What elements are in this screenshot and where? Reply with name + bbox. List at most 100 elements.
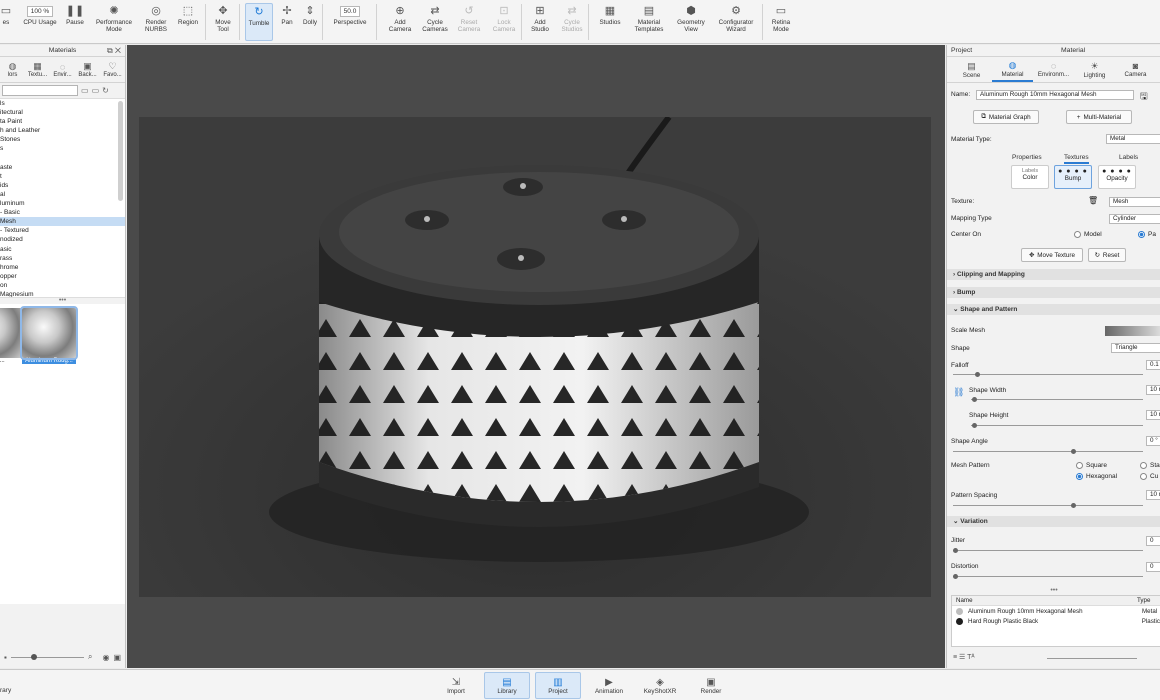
toolbar-nurbs-button[interactable]: ◎ Render NURBS [142,3,170,41]
tree-item[interactable]: luminum [0,199,125,208]
shape-angle-slider[interactable] [953,451,1143,452]
toolbar-move-tool-button[interactable]: ✥ Move Tool [209,3,237,41]
material-thumbnail[interactable]: Roug... [0,308,22,368]
library-tab[interactable]: ◌ Envir... [50,57,75,82]
view-icon[interactable]: ◉ [102,653,109,662]
project-tab[interactable]: ◌ Environm... [1033,57,1074,82]
material-type-select[interactable]: Metal [1106,134,1160,144]
pattern-sta-radio[interactable] [1140,462,1147,469]
tree-scrollbar[interactable] [118,101,123,201]
jitter-slider[interactable] [953,550,1143,551]
section-variation[interactable]: ⌄ Variation [947,516,1160,527]
cpu-dropdown-field[interactable]: 100 % [26,6,54,17]
tab-textures[interactable]: Textures [1064,154,1089,164]
save-icon[interactable]: 🖫 [1140,89,1148,105]
splitter-handle[interactable]: ••• [947,587,1160,594]
toolbar-pan-button[interactable]: ✢ Pan [278,3,296,41]
tree-item[interactable]: ls [0,99,125,108]
library-tab[interactable]: ▦ Textu... [25,57,50,82]
reset-button[interactable]: ↻ Reset [1088,248,1126,262]
toolbar-dolly-button[interactable]: ⇕ Dolly [298,3,322,41]
tree-item[interactable]: - Textured [0,226,125,235]
tab-properties[interactable]: Properties [1012,154,1042,161]
jitter-field[interactable]: 0 [1146,536,1160,546]
tree-item[interactable]: aste [0,163,125,172]
material-list-row[interactable]: Aluminum Rough 10mm Hexagonal Mesh Metal [952,606,1160,616]
trash-icon[interactable]: 🗑 [1088,196,1098,205]
tree-item[interactable]: opper [0,272,125,281]
toolbar-material-templates-button[interactable]: ▤ Material Templates [630,3,668,41]
section-clipping-mapping[interactable]: › Clipping and Mapping [947,269,1160,280]
distortion-knob[interactable] [953,574,958,579]
multi-material-button[interactable]: + Multi-Material [1066,110,1132,124]
material-thumbnail[interactable]: Aluminum Roug... [20,306,78,368]
render-viewport[interactable] [127,45,945,668]
tree-item[interactable]: nodized [0,235,125,244]
move-texture-button[interactable]: ✥ Move Texture [1021,248,1083,262]
tree-item[interactable]: itectural [0,108,125,117]
bottom-keyshotxr-button[interactable]: ◈ KeyShotXR [637,672,683,699]
shape-angle-field[interactable]: 0 ° [1146,436,1160,446]
toolbar-pause-button[interactable]: ❚❚ Pause [64,3,86,41]
tree-item[interactable]: on [0,281,125,290]
shape-width-field[interactable]: 10 r [1146,385,1160,395]
bottom-library-button[interactable]: ▤ Library [484,672,530,699]
toolbar-performance-button[interactable]: ✺ Performance Mode [92,3,136,41]
tree-item[interactable]: asic [0,245,125,254]
list-size-slider[interactable] [1047,658,1137,659]
library-tab[interactable]: ♡ Favo... [100,57,125,82]
tree-item[interactable]: Magnesium [0,290,125,297]
material-list-row[interactable]: Hard Rough Plastic Black Plastic [952,616,1160,626]
refresh-icon[interactable]: ↻ [102,86,109,95]
name-field[interactable]: Aluminum Rough 10mm Hexagonal Mesh [976,90,1134,100]
tree-item[interactable]: s [0,144,125,153]
toolbar-add-camera-button[interactable]: ⊕ Add Camera [383,3,417,41]
tree-item[interactable]: ids [0,181,125,190]
tree-item[interactable]: h and Leather [0,126,125,135]
section-shape-pattern[interactable]: ⌄ Shape and Pattern [947,304,1160,315]
scale-mesh-swatch[interactable] [1105,326,1160,336]
jitter-knob[interactable] [953,548,958,553]
shape-width-slider[interactable] [971,399,1143,400]
zoom-search-icon[interactable]: ⌕ [88,652,92,662]
tree-item[interactable]: ta Paint [0,117,125,126]
project-tab[interactable]: ☀ Lighting [1074,57,1115,82]
texture-opacity-card[interactable]: ● ● ● ● Opacity [1098,165,1136,189]
pattern-square-radio[interactable] [1076,462,1083,469]
tree-item[interactable] [0,154,125,163]
close-icon[interactable]: ⧉ ✕ [107,46,121,56]
tree-item[interactable]: hrome [0,263,125,272]
pattern-spacing-slider[interactable] [953,505,1143,506]
section-bump[interactable]: › Bump [947,287,1160,298]
tree-item[interactable]: Mesh [0,217,125,227]
toolbar-partial-button[interactable]: ▭ es [0,3,12,41]
distortion-slider[interactable] [953,576,1143,577]
tree-item[interactable]: - Basic [0,208,125,217]
toolbar-geometry-view-button[interactable]: ⬢ Geometry View [672,3,710,41]
toolbar-cycle-cameras-button[interactable]: ⇄ Cycle Cameras [419,3,451,41]
falloff-slider[interactable] [953,374,1143,375]
texture-color-card[interactable]: Labels Color [1011,165,1049,189]
pattern-cu-radio[interactable] [1140,473,1147,480]
shape-select[interactable]: Triangle [1111,343,1160,353]
tree-item[interactable]: rass [0,254,125,263]
project-tab[interactable]: ◍ Material [992,57,1033,82]
toolbar-tumble-button[interactable]: ↻ Tumble [245,3,273,41]
bottom-import-button[interactable]: ⇲ Import [433,672,479,699]
falloff-knob[interactable] [975,372,980,377]
folder-open-icon[interactable]: ▭ [92,86,100,95]
tree-item[interactable]: t [0,172,125,181]
center-model-radio[interactable] [1074,231,1081,238]
tab-labels[interactable]: Labels [1119,154,1138,161]
toolbar-region-button[interactable]: ⬚ Region [174,3,202,41]
shape-height-slider[interactable] [971,425,1143,426]
tree-item[interactable]: Stones [0,135,125,144]
toolbar-add-studio-button[interactable]: ⊞ Add Studio [525,3,555,41]
toolbar-studios-button[interactable]: ▦ Studios [593,3,627,41]
project-tab[interactable]: ◙ Camera [1115,57,1156,82]
bottom-animation-button[interactable]: ▶ Animation [586,672,632,699]
falloff-field[interactable]: 0.1 [1146,360,1160,370]
library-tab[interactable]: ◍ lors [0,57,25,82]
list-view-icons[interactable]: ≡ ☰ Tᴬ [953,653,975,661]
toolbar-retina-button[interactable]: ▭ Retina Mode [767,3,795,41]
